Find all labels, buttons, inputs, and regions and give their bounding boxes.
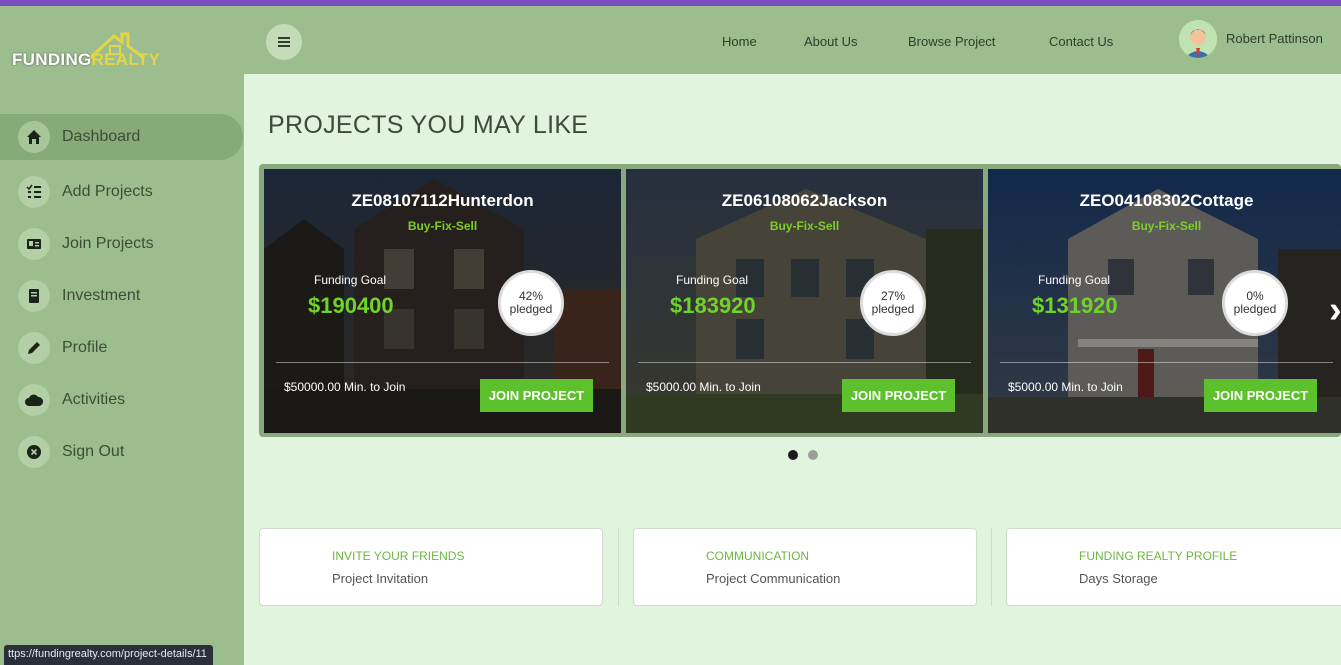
sidebar: FUNDINGREALTY Dashboard Add Projects Joi…: [0, 6, 244, 665]
funding-goal-value: $190400: [308, 293, 394, 318]
divider: [991, 528, 992, 606]
carousel-dot-1[interactable]: [788, 450, 798, 460]
project-name: ZE08107112Hunterdon: [351, 191, 534, 210]
pledged-badge: 27% pledged: [860, 270, 926, 336]
pledged-label: pledged: [871, 302, 915, 316]
info-card-subtitle: Project Communication: [706, 571, 841, 586]
carousel-next-chevron-icon[interactable]: ›: [1329, 289, 1341, 332]
document-icon: [18, 280, 50, 312]
logo-word-funding: FUNDING: [12, 50, 92, 69]
close-circle-icon: [18, 436, 50, 468]
funding-realty-logo[interactable]: FUNDINGREALTY: [12, 30, 202, 74]
card-divider: [638, 362, 971, 363]
sidebar-item-label: Profile: [62, 339, 108, 356]
sidebar-item-label: Activities: [62, 391, 126, 408]
sidebar-item-label: Join Projects: [62, 235, 154, 252]
info-card-subtitle: Project Invitation: [332, 571, 429, 586]
home-icon: [18, 121, 50, 153]
project-card[interactable]: ZE08107112Hunterdon Buy-Fix-Sell Funding…: [264, 169, 621, 433]
join-project-button[interactable]: JOIN PROJECT: [1204, 379, 1317, 412]
avatar[interactable]: [1179, 20, 1217, 58]
carousel-dot-2[interactable]: [808, 450, 818, 460]
sidebar-item-dashboard[interactable]: Dashboard: [0, 114, 243, 160]
sidebar-item-label: Add Projects: [62, 183, 153, 200]
logo-word-realty: REALTY: [91, 50, 161, 69]
sidebar-item-label: Dashboard: [62, 128, 141, 145]
divider: [618, 528, 619, 606]
min-to-join: $5000.00 Min. to Join: [1008, 380, 1123, 394]
page-title: PROJECTS YOU MAY LIKE: [268, 111, 589, 139]
funding-goal-label: Funding Goal: [1038, 273, 1111, 287]
funding-goal-value: $131920: [1032, 293, 1118, 318]
nav-link-browse-project[interactable]: Browse Project: [908, 34, 995, 49]
join-project-button[interactable]: JOIN PROJECT: [842, 379, 955, 412]
sidebar-item-label: Investment: [62, 287, 141, 304]
nav-link-contact-us[interactable]: Contact Us: [1049, 34, 1113, 49]
top-header: Home About Us Browse Project Contact Us …: [244, 6, 1341, 74]
sidebar-item-activities[interactable]: Activities: [0, 374, 244, 426]
main-content: PROJECTS YOU MAY LIKE ZE08107112Hunterdo…: [244, 74, 1341, 665]
user-name[interactable]: Robert Pattinson: [1226, 31, 1323, 46]
project-name: ZEO04108302Cottage: [1079, 191, 1254, 210]
projects-carousel: ZE08107112Hunterdon Buy-Fix-Sell Funding…: [259, 164, 1341, 437]
carousel-indicators: [788, 450, 818, 460]
pledged-label: pledged: [1233, 302, 1277, 316]
project-type: Buy-Fix-Sell: [769, 219, 840, 233]
status-bar-url: ttps://fundingrealty.com/project-details…: [4, 645, 213, 665]
id-card-icon: [18, 228, 50, 260]
hamburger-icon: [278, 37, 290, 47]
pledged-label: pledged: [509, 302, 553, 316]
pledged-badge: 42% pledged: [498, 270, 564, 336]
nav-link-home[interactable]: Home: [722, 34, 757, 49]
info-card-subtitle: Days Storage: [1079, 571, 1158, 586]
project-type: Buy-Fix-Sell: [407, 219, 478, 233]
pencil-icon: [18, 332, 50, 364]
project-type: Buy-Fix-Sell: [1131, 219, 1202, 233]
join-project-button[interactable]: JOIN PROJECT: [480, 379, 593, 412]
funding-goal-value: $183920: [670, 293, 756, 318]
sidebar-item-label: Sign Out: [62, 443, 125, 460]
project-card[interactable]: ZE06108062Jackson Buy-Fix-Sell Funding G…: [626, 169, 983, 433]
card-divider: [276, 362, 609, 363]
info-card-title: COMMUNICATION: [706, 549, 810, 563]
card-divider: [1000, 362, 1333, 363]
menu-toggle-button[interactable]: [266, 24, 302, 60]
nav-link-about-us[interactable]: About Us: [804, 34, 857, 49]
min-to-join: $5000.00 Min. to Join: [646, 380, 761, 394]
info-card-invite[interactable]: INVITE YOUR FRIENDS Project Invitation: [259, 528, 603, 606]
pledged-badge: 0% pledged: [1222, 270, 1288, 336]
min-to-join: $50000.00 Min. to Join: [284, 380, 406, 394]
funding-goal-label: Funding Goal: [676, 273, 749, 287]
sidebar-menu: Dashboard Add Projects Join Projects Inv…: [0, 114, 244, 478]
info-card-communication[interactable]: COMMUNICATION Project Communication: [633, 528, 977, 606]
project-card[interactable]: ZEO04108302Cottage Buy-Fix-Sell Funding …: [988, 169, 1341, 433]
cloud-icon: [18, 384, 50, 416]
sidebar-item-add-projects[interactable]: Add Projects: [0, 166, 244, 218]
user-avatar-icon: [1179, 20, 1217, 58]
checklist-icon: [18, 176, 50, 208]
sidebar-item-join-projects[interactable]: Join Projects: [0, 218, 244, 270]
sidebar-item-profile[interactable]: Profile: [0, 322, 244, 374]
info-card-profile[interactable]: FUNDING REALTY PROFILE Days Storage: [1006, 528, 1341, 606]
info-card-title: INVITE YOUR FRIENDS: [332, 549, 465, 563]
sidebar-item-investment[interactable]: Investment: [0, 270, 244, 322]
funding-goal-label: Funding Goal: [314, 273, 387, 287]
sidebar-item-sign-out[interactable]: Sign Out: [0, 426, 244, 478]
info-card-title: FUNDING REALTY PROFILE: [1079, 549, 1238, 563]
project-name: ZE06108062Jackson: [721, 191, 888, 210]
